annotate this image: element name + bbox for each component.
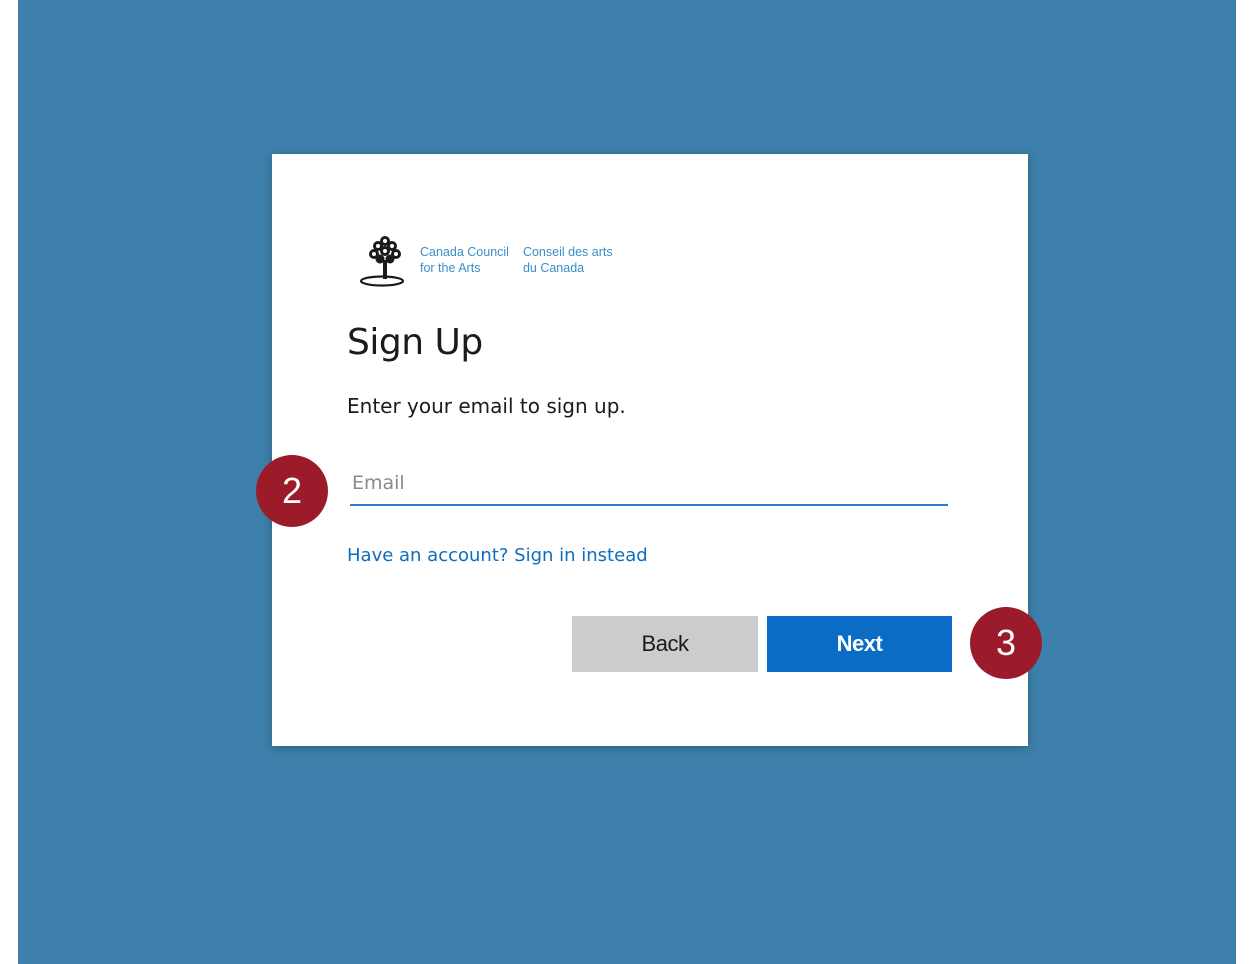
page-title: Sign Up — [347, 322, 483, 363]
canada-council-logo: Canada Council for the Arts Conseil des … — [358, 232, 613, 288]
logo-french: Conseil des arts du Canada — [523, 244, 613, 276]
step-marker-email: 2 — [256, 455, 328, 527]
next-button[interactable]: Next — [767, 616, 952, 672]
logo-wordmark: Canada Council for the Arts Conseil des … — [420, 244, 613, 276]
email-input[interactable] — [350, 462, 948, 506]
page-subtitle: Enter your email to sign up. — [347, 394, 626, 418]
logo-fr-line1: Conseil des arts — [522, 245, 613, 259]
logo-fr-line2: du Canada — [522, 261, 585, 275]
logo-english: Canada Council for the Arts — [420, 244, 509, 276]
tree-icon — [359, 236, 405, 287]
logo-en-line1: Canada Council — [420, 245, 509, 259]
step-marker-next: 3 — [970, 607, 1042, 679]
signin-link[interactable]: Have an account? Sign in instead — [347, 545, 648, 566]
back-button[interactable]: Back — [572, 616, 758, 672]
logo-en-line2: for the Arts — [420, 261, 481, 275]
